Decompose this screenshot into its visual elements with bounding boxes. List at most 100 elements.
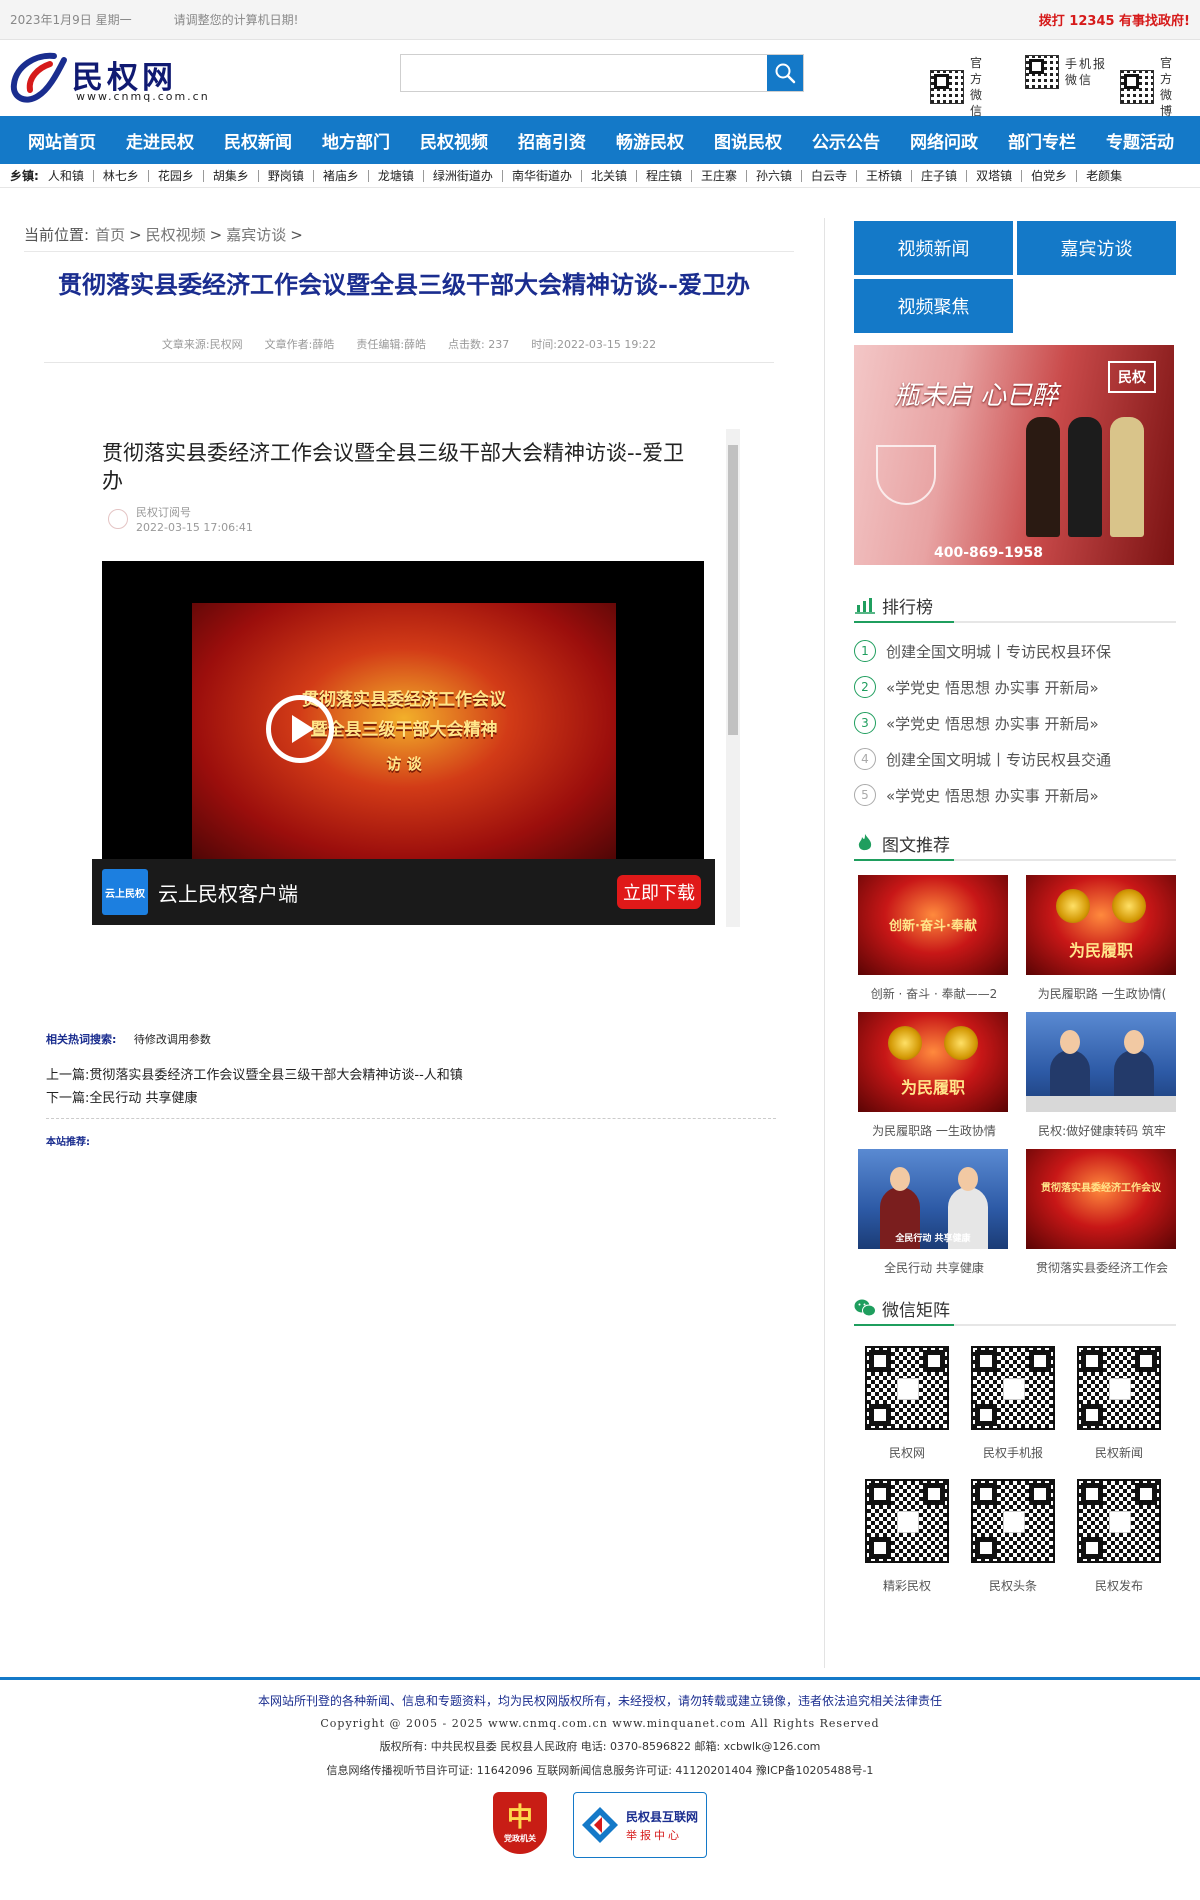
wechat-qr-item[interactable]: 民权新闻 <box>1066 1346 1172 1461</box>
breadcrumb-label: 当前位置: <box>24 226 90 244</box>
tab-video-news[interactable]: 视频新闻 <box>854 221 1013 275</box>
qr-caption: 民权头条 <box>988 1579 1037 1593</box>
search-input[interactable] <box>401 55 767 91</box>
pic-caption: 民权:做好健康转码 筑牢 <box>1038 1124 1166 1138</box>
license-line: 信息网络传播视听节目许可证: 11642096 互联网新闻信息服务许可证: 41… <box>326 1764 874 1777</box>
rank-number: 5 <box>854 784 876 806</box>
town-link[interactable]: 林七乡 <box>94 169 149 182</box>
party-gov-badge[interactable]: 中 党政机关 <box>493 1792 547 1854</box>
rank-text: 创建全国文明城丨专访民权县交通 <box>886 750 1112 769</box>
town-link[interactable]: 双塔镇 <box>967 169 1023 182</box>
embedded-article-frame[interactable]: 贯彻落实县委经济工作会议暨全县三级干部大会精神访谈--爱卫办 民权订阅号 202… <box>90 429 740 927</box>
pic-item[interactable]: 创新·奋斗·奉献 创新 · 奋斗 · 奉献——2 <box>858 875 1010 1002</box>
search-button[interactable] <box>767 55 803 91</box>
date-tip: 请调整您的计算机日期! <box>173 13 299 27</box>
ranking-item[interactable]: 1 创建全国文明城丨专访民权县环保 <box>854 633 1176 669</box>
qr-mobile-wechat[interactable]: 手机报微信 <box>1025 55 1107 89</box>
pic-item[interactable]: 民权:做好健康转码 筑牢 <box>1026 1012 1178 1139</box>
town-link[interactable]: 孙六镇 <box>747 169 803 182</box>
wechat-qr-item[interactable]: 民权手机报 <box>960 1346 1066 1461</box>
nav-item-notices[interactable]: 公示公告 <box>812 128 880 153</box>
wechat-qr-item[interactable]: 民权头条 <box>960 1479 1066 1594</box>
town-link[interactable]: 褚庙乡 <box>314 169 369 182</box>
nav-item-topics[interactable]: 专题活动 <box>1106 128 1174 153</box>
qr-official-wechat[interactable]: 官方微信 <box>930 55 1012 119</box>
ranking-item[interactable]: 5 «学党史 悟思想 办实事 开新局» <box>854 777 1176 813</box>
qr-label: 官方微信 <box>970 56 993 118</box>
town-link[interactable]: 龙塘镇 <box>369 169 424 182</box>
pic-item[interactable]: 贯彻落实县委经济工作会议 贯彻落实县委经济工作会 <box>1026 1149 1178 1276</box>
download-button[interactable]: 立即下载 <box>617 875 701 909</box>
prev-article-link[interactable]: 上一篇:贯彻落实县委经济工作会议暨全县三级干部大会精神访谈--人和镇 <box>46 1068 463 1083</box>
town-link[interactable]: 程庄镇 <box>637 169 692 182</box>
report-center-badge[interactable]: 民权县互联网 举报中心 <box>573 1792 707 1858</box>
bar-chart-icon <box>854 594 876 616</box>
nav-item-video[interactable]: 民权视频 <box>420 128 488 153</box>
town-link[interactable]: 王桥镇 <box>857 169 913 182</box>
emblem-icon <box>1112 889 1146 923</box>
town-link[interactable]: 王庄寨 <box>692 169 747 182</box>
pic-item[interactable]: 为民履职 为民履职路 一生政协情 <box>858 1012 1010 1139</box>
rank-text: «学党史 悟思想 办实事 开新局» <box>886 786 1099 805</box>
scrollbar-thumb[interactable] <box>728 445 738 735</box>
tab-video-focus[interactable]: 视频聚焦 <box>854 279 1013 333</box>
wine-ad-banner[interactable]: 瓶未启 心已醉 民权 400-869-1958 <box>854 345 1174 565</box>
town-link[interactable]: 绿洲街道办 <box>424 169 503 182</box>
town-link[interactable]: 老颜集 <box>1077 170 1131 182</box>
town-link[interactable]: 人和镇 <box>39 169 94 182</box>
ranking-item[interactable]: 2 «学党史 悟思想 办实事 开新局» <box>854 669 1176 705</box>
town-link[interactable]: 胡集乡 <box>204 169 259 182</box>
town-link[interactable]: 野岗镇 <box>259 169 314 182</box>
breadcrumb-video[interactable]: 民权视频 <box>146 224 206 245</box>
pic-item[interactable]: 为民履职 为民履职路 一生政协情( <box>1026 875 1178 1002</box>
town-link[interactable]: 庄子镇 <box>912 169 968 182</box>
wechat-qr-item[interactable]: 精彩民权 <box>854 1479 960 1594</box>
town-link[interactable]: 伯党乡 <box>1022 169 1078 182</box>
video-caption-line3: 访 谈 <box>386 755 422 773</box>
nav-item-investment[interactable]: 招商引资 <box>518 128 586 153</box>
embed-scrollbar[interactable] <box>726 429 740 927</box>
header: 民权网 www.cnmq.com.cn 官方微信 手机报微信 官方微博 <box>0 40 1200 119</box>
town-link[interactable]: 北关镇 <box>582 169 637 182</box>
nav-item-columns[interactable]: 部门专栏 <box>1008 128 1076 153</box>
breadcrumb-sep: > <box>290 225 303 244</box>
qr-code-icon <box>865 1479 949 1563</box>
nav-item-photos[interactable]: 图说民权 <box>714 128 782 153</box>
town-link[interactable]: 花园乡 <box>149 169 204 182</box>
next-article-link[interactable]: 下一篇:全民行动 共享健康 <box>46 1091 198 1106</box>
wechat-icon <box>854 1297 876 1319</box>
meta-author: 文章作者:薛皓 <box>264 338 335 351</box>
nav-item-home[interactable]: 网站首页 <box>28 128 96 153</box>
town-link[interactable]: 南华街道办 <box>503 169 582 182</box>
current-date: 2023年1月9日 星期一 <box>10 13 132 27</box>
article-content: 当前位置: 首页 > 民权视频 > 嘉宾访谈 > 贯彻落实县委经济工作会议暨全县… <box>24 218 794 1148</box>
qr-official-weibo[interactable]: 官方微博 <box>1120 55 1200 119</box>
breadcrumb-home[interactable]: 首页 <box>95 224 125 245</box>
wine-bottle-icon <box>1110 417 1144 537</box>
nav-item-news[interactable]: 民权新闻 <box>224 128 292 153</box>
breadcrumb-interview[interactable]: 嘉宾访谈 <box>226 224 286 245</box>
video-player[interactable]: 贯彻落实县委经济工作会议 暨全县三级干部大会精神 访 谈 <box>102 561 704 859</box>
ad-slogan: 瓶未启 心已醉 <box>894 381 1059 411</box>
column-divider <box>824 218 825 1668</box>
nav-item-inquiry[interactable]: 网络问政 <box>910 128 978 153</box>
nav-item-tourism[interactable]: 畅游民权 <box>616 128 684 153</box>
pic-caption: 创新 · 奋斗 · 奉献——2 <box>870 987 998 1001</box>
wechat-qr-item[interactable]: 民权网 <box>854 1346 960 1461</box>
app-name: 云上民权客户端 <box>158 881 298 906</box>
pic-item[interactable]: 全民行动 共享健康 全民行动 共享健康 <box>858 1149 1010 1276</box>
nav-item-about[interactable]: 走进民权 <box>126 128 194 153</box>
ranking-item[interactable]: 3 «学党史 悟思想 办实事 开新局» <box>854 705 1176 741</box>
site-logo[interactable]: 民权网 www.cnmq.com.cn <box>8 50 208 110</box>
tab-guest-interview[interactable]: 嘉宾访谈 <box>1017 221 1176 275</box>
thumb-text: 贯彻落实县委经济工作会议 <box>1041 1183 1161 1194</box>
ranking-item[interactable]: 4 创建全国文明城丨专访民权县交通 <box>854 741 1176 777</box>
play-icon[interactable] <box>266 695 334 763</box>
hotline-link[interactable]: 拨打 12345 有事找政府! <box>1039 10 1190 29</box>
ranking-title: 排行榜 <box>882 597 933 618</box>
emblem-icon <box>1056 889 1090 923</box>
nav-item-departments[interactable]: 地方部门 <box>322 128 390 153</box>
wechat-qr-item[interactable]: 民权发布 <box>1066 1479 1172 1594</box>
town-link[interactable]: 白云寺 <box>802 169 858 182</box>
pic-thumbnail: 全民行动 共享健康 <box>858 1149 1008 1249</box>
